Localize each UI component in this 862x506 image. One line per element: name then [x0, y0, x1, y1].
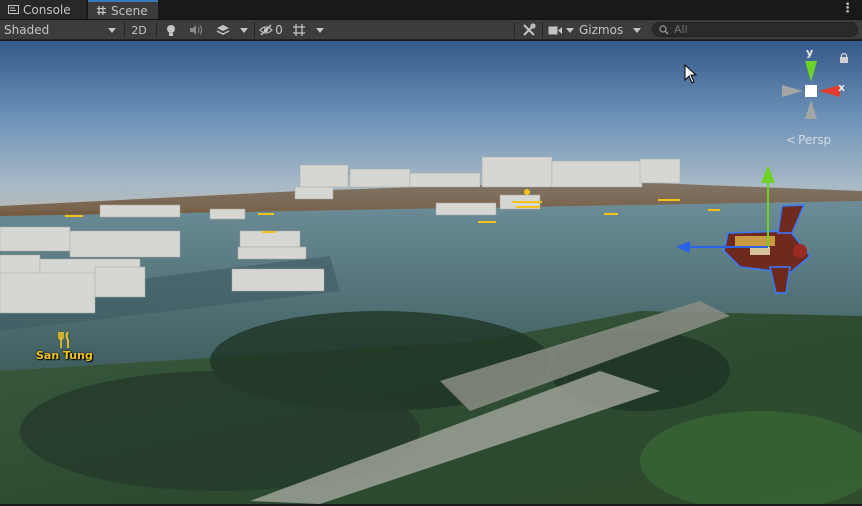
scene-hash-icon: [97, 6, 106, 15]
hidden-object-count: 0: [275, 23, 283, 37]
gizmos-label: Gizmos: [579, 23, 624, 37]
toolbar-divider: [156, 22, 157, 38]
chevron-down-icon: [240, 27, 248, 33]
scene-search-field[interactable]: [652, 22, 858, 37]
grid-icon: [293, 24, 305, 36]
shading-mode-value: Shaded: [4, 23, 50, 37]
grid-toggle-button[interactable]: [288, 21, 310, 39]
camera-settings-dropdown[interactable]: [545, 21, 577, 39]
search-icon: [659, 24, 669, 34]
toolbar-divider: [514, 22, 515, 38]
scene-window: Console Scene ⋮ Shaded 2D 0 Gizmos All y…: [0, 0, 862, 506]
scene-render: [0, 41, 862, 504]
speaker-icon: [190, 25, 202, 35]
search-input[interactable]: [674, 23, 844, 36]
light-bulb-icon: [167, 24, 175, 36]
toolbar-divider: [542, 22, 543, 38]
toggle-2d-label: 2D: [131, 23, 147, 37]
audio-toggle-button[interactable]: [184, 21, 208, 39]
tab-bar: Console Scene ⋮: [0, 0, 862, 20]
toolbar-divider: [254, 22, 255, 38]
orientation-center-cube[interactable]: [805, 85, 817, 97]
tab-console[interactable]: Console: [0, 0, 86, 19]
tab-console-label: Console: [23, 2, 71, 17]
poi-label: San Tung: [36, 349, 93, 362]
chevron-down-icon: [566, 27, 574, 33]
projection-arrow-icon: <: [786, 133, 797, 147]
gizmos-dropdown[interactable]: [629, 21, 645, 39]
grid-dropdown[interactable]: [312, 21, 328, 39]
poi-san-tung[interactable]: San Tung: [36, 331, 93, 362]
tools-icon: [523, 23, 536, 36]
effects-toggle-button[interactable]: [210, 21, 236, 39]
gizmos-button[interactable]: Gizmos: [579, 21, 629, 39]
hidden-eye-icon: [259, 24, 274, 36]
toolbar-divider: [124, 22, 125, 38]
console-icon: [8, 5, 19, 14]
chevron-down-icon: [633, 27, 641, 33]
scene-visibility-button[interactable]: 0: [257, 21, 285, 39]
orientation-y-label: y: [806, 46, 814, 59]
tab-scene[interactable]: Scene: [88, 0, 158, 19]
more-options-icon[interactable]: ⋮: [841, 1, 854, 16]
projection-label: Persp: [798, 133, 832, 147]
chevron-down-icon: [108, 27, 116, 33]
shading-mode-dropdown[interactable]: Shaded: [4, 21, 120, 39]
mouse-cursor-icon: [684, 64, 698, 84]
layers-icon: [216, 24, 230, 35]
scene-viewport[interactable]: y x < Persp San Tung: [0, 41, 862, 504]
projection-toggle[interactable]: < Persp: [786, 133, 831, 147]
toggle-2d-button[interactable]: 2D: [128, 21, 150, 39]
scene-toolbar: Shaded 2D 0 Gizmos All: [0, 20, 862, 40]
effects-dropdown[interactable]: [236, 21, 252, 39]
restaurant-icon: [58, 331, 70, 348]
lighting-toggle-button[interactable]: [160, 21, 182, 39]
camera-icon: [548, 26, 562, 34]
tools-button[interactable]: [518, 21, 540, 39]
chevron-down-icon: [316, 27, 324, 33]
orientation-x-label: x: [838, 81, 846, 94]
tab-scene-label: Scene: [111, 3, 148, 18]
